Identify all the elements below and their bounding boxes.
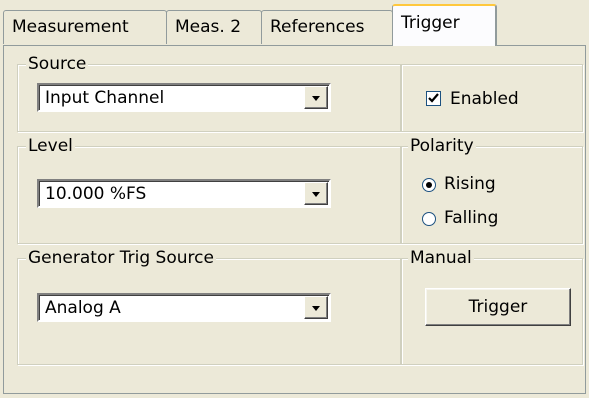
chevron-down-icon — [312, 192, 320, 197]
generator-trig-source-legend: Generator Trig Source — [26, 248, 216, 268]
generator-trig-source-value: Analog A — [45, 298, 121, 318]
tab-meas-2[interactable]: Meas. 2 — [166, 10, 262, 44]
source-combobox[interactable]: Input Channel — [37, 83, 331, 112]
radio-selected-dot — [426, 182, 432, 188]
tab-strip: Measurement Meas. 2 References Trigger — [0, 0, 589, 46]
level-dropdown-button[interactable] — [304, 182, 328, 205]
enabled-group: Enabled — [401, 64, 583, 132]
falling-radio[interactable] — [422, 212, 436, 226]
manual-legend: Manual — [408, 248, 474, 268]
tab-measurement[interactable]: Measurement — [3, 10, 167, 44]
rising-label[interactable]: Rising — [444, 174, 496, 194]
chevron-down-icon — [312, 306, 320, 311]
level-legend: Level — [26, 136, 75, 156]
enabled-checkbox[interactable] — [426, 91, 441, 106]
manual-trigger-button[interactable]: Trigger — [425, 288, 571, 326]
tab-references[interactable]: References — [261, 10, 393, 44]
polarity-legend: Polarity — [408, 136, 476, 156]
generator-trig-source-combobox[interactable]: Analog A — [37, 293, 331, 322]
level-combobox[interactable]: 10.000 %FS — [37, 179, 331, 208]
source-legend: Source — [26, 54, 89, 74]
trigger-tab-panel: Source Input Channel Enabled Level 10.00… — [3, 45, 586, 394]
enabled-label[interactable]: Enabled — [450, 89, 519, 109]
tab-trigger[interactable]: Trigger — [392, 4, 497, 46]
manual-group: Manual Trigger — [401, 248, 583, 365]
polarity-group: Polarity Rising Falling — [401, 136, 583, 244]
source-value: Input Channel — [45, 88, 165, 108]
source-group: Source Input Channel — [17, 54, 401, 132]
generator-trig-source-group: Generator Trig Source Analog A — [17, 248, 401, 365]
rising-radio[interactable] — [422, 178, 436, 192]
chevron-down-icon — [312, 96, 320, 101]
checkmark-icon — [428, 93, 439, 103]
level-value: 10.000 %FS — [45, 184, 147, 204]
falling-label[interactable]: Falling — [444, 208, 498, 228]
source-dropdown-button[interactable] — [304, 86, 328, 109]
level-group: Level 10.000 %FS — [17, 136, 401, 244]
generator-trig-source-dropdown-button[interactable] — [304, 296, 328, 319]
